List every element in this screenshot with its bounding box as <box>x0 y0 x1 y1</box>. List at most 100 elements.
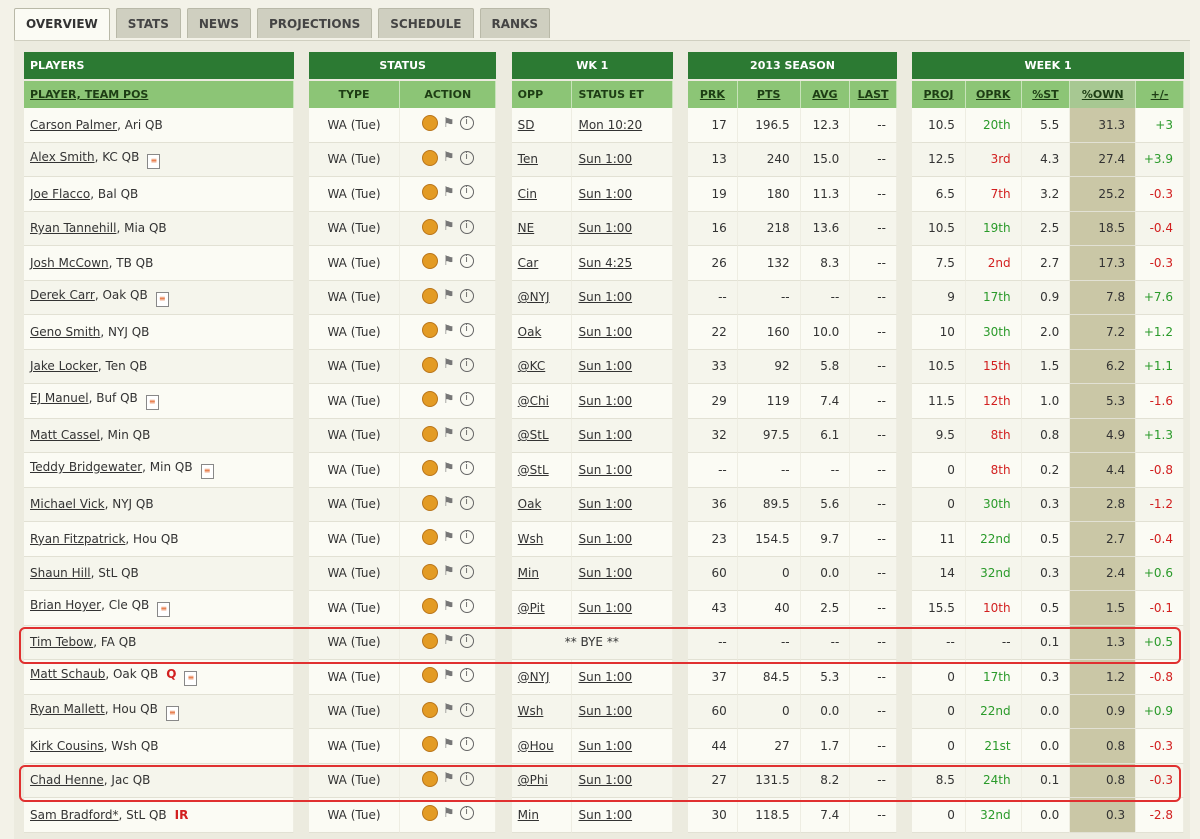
player-name-link[interactable]: Derek Carr <box>30 288 95 302</box>
info-icon[interactable]: i <box>459 771 474 786</box>
flag-icon[interactable]: ⚑ <box>443 771 455 786</box>
flag-icon[interactable]: ⚑ <box>443 254 455 269</box>
add-player-icon[interactable] <box>421 184 438 201</box>
col-avg[interactable]: AVG <box>800 81 851 108</box>
info-icon[interactable]: i <box>459 254 474 269</box>
opponent-link[interactable]: NE <box>511 211 573 246</box>
flag-icon[interactable]: ⚑ <box>443 150 455 165</box>
news-note-icon[interactable]: ≡ <box>147 153 161 169</box>
info-icon[interactable]: i <box>459 806 474 821</box>
opponent-link[interactable]: @StL <box>511 418 573 453</box>
opponent-link[interactable]: @Hou <box>511 729 573 764</box>
game-time-link[interactable]: Sun 4:25 <box>572 246 673 281</box>
player-name-link[interactable]: Michael Vick <box>30 497 105 511</box>
info-icon[interactable]: i <box>459 530 474 545</box>
game-time-link[interactable]: Sun 1:00 <box>572 211 673 246</box>
flag-icon[interactable]: ⚑ <box>443 668 455 683</box>
player-name-link[interactable]: EJ Manuel <box>30 391 89 405</box>
info-icon[interactable]: i <box>459 357 474 372</box>
tab-projections[interactable]: PROJECTIONS <box>257 8 373 38</box>
add-player-icon[interactable] <box>421 322 438 339</box>
news-note-icon[interactable]: ≡ <box>155 291 169 307</box>
player-name-link[interactable]: Josh McCown <box>30 256 109 270</box>
opponent-link[interactable]: @StL <box>511 453 573 488</box>
game-time-link[interactable]: Sun 1:00 <box>572 591 673 626</box>
col-oprk[interactable]: OPRK <box>965 81 1022 108</box>
flag-icon[interactable]: ⚑ <box>443 357 455 372</box>
player-name-link[interactable]: Shaun Hill <box>30 566 91 580</box>
opponent-link[interactable]: @Chi <box>511 384 573 419</box>
opponent-link[interactable]: SD <box>511 108 573 143</box>
flag-icon[interactable]: ⚑ <box>443 219 455 234</box>
flag-icon[interactable]: ⚑ <box>443 323 455 338</box>
col-pown[interactable]: %OWN <box>1070 81 1137 108</box>
opponent-link[interactable]: @NYJ <box>511 660 573 695</box>
info-icon[interactable]: i <box>459 150 474 165</box>
opponent-link[interactable]: @NYJ <box>511 280 573 315</box>
player-name-link[interactable]: Alex Smith <box>30 150 95 164</box>
game-time-link[interactable]: Sun 1:00 <box>572 280 673 315</box>
flag-icon[interactable]: ⚑ <box>443 461 455 476</box>
flag-icon[interactable]: ⚑ <box>443 426 455 441</box>
info-icon[interactable]: i <box>459 599 474 614</box>
col-pts[interactable]: PTS <box>737 81 801 108</box>
info-icon[interactable]: i <box>459 219 474 234</box>
opponent-link[interactable]: Car <box>511 246 573 281</box>
add-player-icon[interactable] <box>421 598 438 615</box>
flag-icon[interactable]: ⚑ <box>443 564 455 579</box>
info-icon[interactable]: i <box>459 702 474 717</box>
info-icon[interactable]: i <box>459 495 474 510</box>
tab-overview[interactable]: OVERVIEW <box>14 8 110 41</box>
flag-icon[interactable]: ⚑ <box>443 702 455 717</box>
game-time-link[interactable]: Mon 10:20 <box>572 108 673 143</box>
game-time-link[interactable]: Sun 1:00 <box>572 453 673 488</box>
news-note-icon[interactable]: ≡ <box>200 464 214 480</box>
player-name-link[interactable]: Joe Flacco <box>30 187 90 201</box>
player-name-link[interactable]: Ryan Fitzpatrick <box>30 532 125 546</box>
info-icon[interactable]: i <box>459 737 474 752</box>
col-plus-minus[interactable]: +/- <box>1136 81 1184 108</box>
add-player-icon[interactable] <box>421 736 438 753</box>
game-time-link[interactable]: Sun 1:00 <box>572 315 673 350</box>
opponent-link[interactable]: @Phi <box>511 763 573 798</box>
opponent-link[interactable]: Oak <box>511 315 573 350</box>
info-icon[interactable]: i <box>459 461 474 476</box>
player-name-link[interactable]: Chad Henne <box>30 773 104 787</box>
player-name-link[interactable]: Matt Schaub <box>30 667 105 681</box>
news-note-icon[interactable]: ≡ <box>165 705 179 721</box>
player-name-link[interactable]: Jake Locker <box>30 359 98 373</box>
add-player-icon[interactable] <box>421 287 438 304</box>
news-note-icon[interactable]: ≡ <box>184 671 198 687</box>
opponent-link[interactable]: Wsh <box>511 694 573 729</box>
info-icon[interactable]: i <box>459 185 474 200</box>
add-player-icon[interactable] <box>421 563 438 580</box>
player-name-link[interactable]: Sam Bradford* <box>30 808 119 822</box>
player-name-link[interactable]: Ryan Mallett <box>30 702 105 716</box>
player-name-link[interactable]: Tim Tebow <box>30 635 93 649</box>
add-player-icon[interactable] <box>421 253 438 270</box>
opponent-link[interactable]: Min <box>511 556 573 591</box>
flag-icon[interactable]: ⚑ <box>443 495 455 510</box>
opponent-link[interactable]: Oak <box>511 487 573 522</box>
add-player-icon[interactable] <box>421 701 438 718</box>
col-pst[interactable]: %ST <box>1021 81 1071 108</box>
info-icon[interactable]: i <box>459 323 474 338</box>
game-time-link[interactable]: Sun 1:00 <box>572 177 673 212</box>
add-player-icon[interactable] <box>421 425 438 442</box>
add-player-icon[interactable] <box>421 356 438 373</box>
news-note-icon[interactable]: ≡ <box>157 602 171 618</box>
player-name-link[interactable]: Carson Palmer <box>30 118 117 132</box>
player-name-link[interactable]: Ryan Tannehill <box>30 221 116 235</box>
add-player-icon[interactable] <box>421 149 438 166</box>
info-icon[interactable]: i <box>459 116 474 131</box>
info-icon[interactable]: i <box>459 633 474 648</box>
add-player-icon[interactable] <box>421 218 438 235</box>
add-player-icon[interactable] <box>421 115 438 132</box>
game-time-link[interactable]: Sun 1:00 <box>572 556 673 591</box>
opponent-link[interactable]: @Pit <box>511 591 573 626</box>
game-time-link[interactable]: Sun 1:00 <box>572 763 673 798</box>
player-name-link[interactable]: Brian Hoyer <box>30 598 101 612</box>
opponent-link[interactable]: Ten <box>511 142 573 177</box>
tab-news[interactable]: NEWS <box>186 8 252 38</box>
game-time-link[interactable]: Sun 1:00 <box>572 798 673 833</box>
